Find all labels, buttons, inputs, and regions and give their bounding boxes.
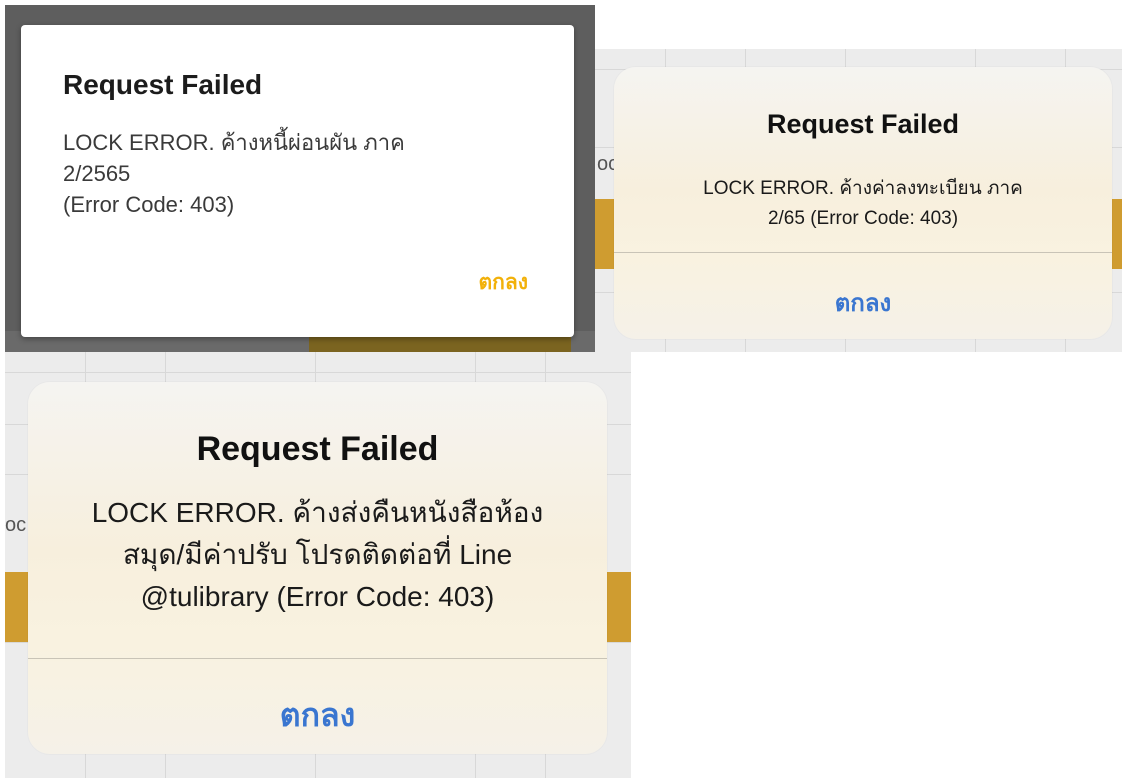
alert-message: LOCK ERROR. ค้างส่งคืนหนังสือห้อง สมุด/ม… [91, 497, 544, 612]
ios-screenshot-panel-1: oc Request Failed LOCK ERROR. ค้างค่าลงท… [595, 49, 1122, 352]
android-screenshot-panel: Request Failed LOCK ERROR. ค้างหนี้ผ่อนผ… [5, 5, 595, 352]
error-dialog: Request Failed LOCK ERROR. ค้างหนี้ผ่อนผ… [21, 25, 574, 337]
alert-title: Request Failed [766, 109, 960, 139]
background-grid-line [5, 372, 631, 373]
background-gold-button [605, 572, 631, 642]
ok-button[interactable]: ตกลง [614, 283, 1112, 322]
alert-divider [614, 252, 1112, 253]
ios-screenshot-panel-2: oc Request Failed LOCK ERROR. ค้างส่งคืน… [5, 352, 631, 778]
ok-button[interactable]: ตกลง [28, 690, 607, 741]
error-alert: Request Failed LOCK ERROR. ค้างส่งคืนหนั… [28, 382, 607, 754]
background-gold-button [5, 572, 29, 642]
background-gold-button [595, 199, 615, 269]
dialog-message: LOCK ERROR. ค้างหนี้ผ่อนผัน ภาค 2/2565 (… [63, 130, 405, 217]
alert-divider [28, 658, 607, 659]
ok-button[interactable]: ตกลง [479, 266, 528, 299]
background-text: oc [5, 514, 27, 536]
dialog-title: Request Failed [63, 69, 263, 100]
alert-title: Request Failed [196, 430, 439, 468]
alert-message: LOCK ERROR. ค้างค่าลงทะเบียน ภาค 2/65 (E… [703, 178, 1023, 229]
error-alert: Request Failed LOCK ERROR. ค้างค่าลงทะเบ… [614, 67, 1112, 339]
